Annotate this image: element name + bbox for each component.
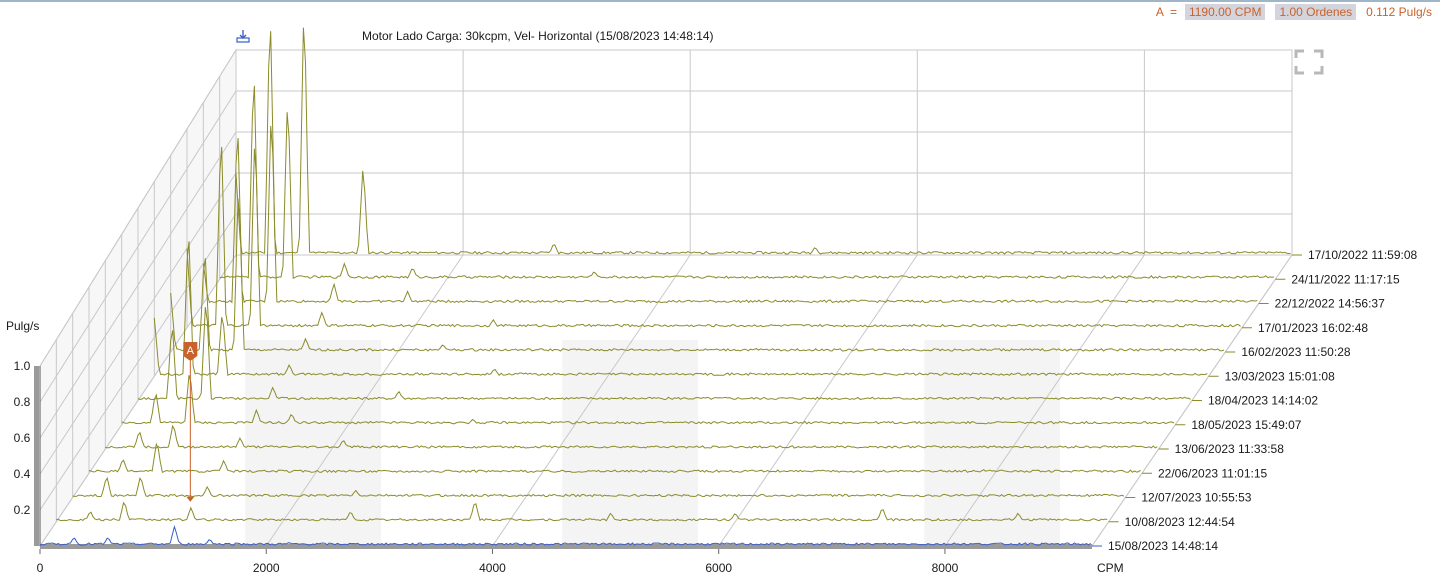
- back-wall: [235, 49, 1293, 256]
- waterfall-plot: 17/10/2022 11:59:08 24/11/2022 11:17:15 22…: [6, 27, 1418, 575]
- floor-band: [562, 340, 698, 546]
- background-bands: [245, 340, 1061, 546]
- series-label: 10/08/2023 12:44:54: [1125, 515, 1235, 529]
- floor-band: [924, 340, 1061, 546]
- cursor-flag-label: A: [187, 345, 195, 357]
- cursor-arrow: [186, 496, 195, 502]
- series-label: 18/05/2023 15:49:07: [1191, 418, 1301, 432]
- y-axis-bar: [34, 366, 39, 546]
- y-tick-label: 0.6: [14, 431, 31, 445]
- x-tick-label: 6000: [705, 561, 732, 575]
- series-label: 15/08/2023 14:48:14: [1108, 539, 1218, 553]
- y-axis-title: Pulg/s: [6, 319, 39, 333]
- series-label: 12/07/2023 10:55:53: [1141, 491, 1251, 505]
- x-axis-title: CPM: [1097, 561, 1124, 575]
- y-tick-label: 1.0: [14, 359, 31, 373]
- series-label: 22/12/2022 14:56:37: [1275, 297, 1385, 311]
- series-label: 16/02/2023 11:50:28: [1241, 345, 1351, 359]
- y-tick-label: 0.8: [14, 395, 31, 409]
- floor-band: [245, 340, 382, 546]
- series-label: 18/04/2023 14:14:02: [1208, 394, 1318, 408]
- series-label: 17/10/2022 11:59:08: [1308, 248, 1418, 262]
- series-labels: 17/10/2022 11:59:08 24/11/2022 11:17:15 22…: [1108, 248, 1418, 553]
- floor-grid: [718, 254, 918, 547]
- series-label: 24/11/2022 11:17:15: [1291, 272, 1400, 286]
- series-label: 13/03/2023 15:01:08: [1225, 369, 1335, 383]
- y-tick-label: 0.2: [14, 503, 31, 517]
- series-label: 13/06/2023 11:33:58: [1175, 442, 1285, 456]
- y-tick-label: 0.4: [14, 467, 31, 481]
- series-label: 22/06/2023 11:01:15: [1158, 466, 1268, 480]
- x-tick-label: 4000: [479, 561, 506, 575]
- x-tick-label: 2000: [253, 561, 280, 575]
- x-tick-label: 0: [37, 561, 44, 575]
- series-label: 17/01/2023 16:02:48: [1258, 321, 1368, 335]
- x-tick-label: 8000: [932, 561, 959, 575]
